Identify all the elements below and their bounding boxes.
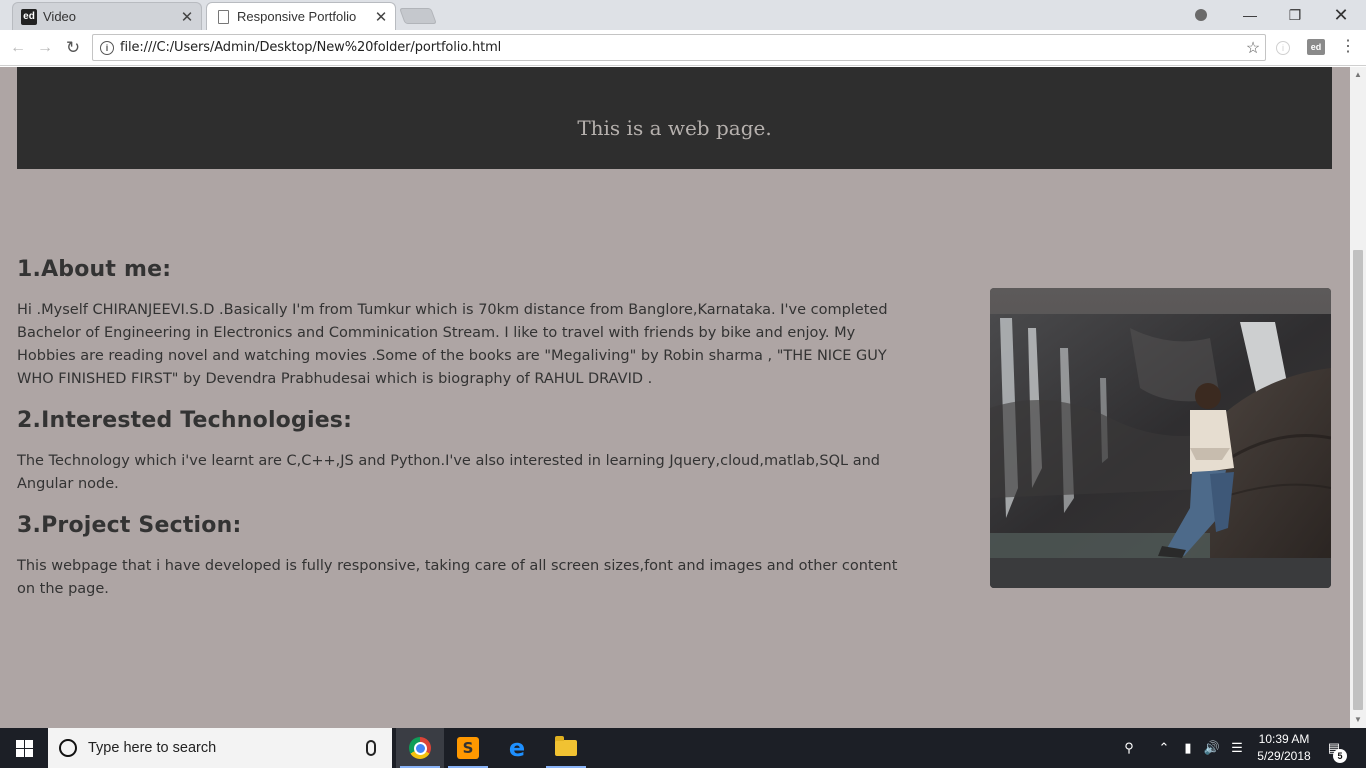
scroll-down-arrow-icon[interactable]: ▼ <box>1350 712 1366 728</box>
address-bar[interactable]: i file:///C:/Users/Admin/Desktop/New%20f… <box>92 34 1266 61</box>
taskbar-file-explorer[interactable] <box>542 728 590 768</box>
extension-info-icon[interactable]: i <box>1276 41 1290 55</box>
windows-start-icon[interactable] <box>0 728 48 768</box>
forward-arrow-icon[interactable]: → <box>33 36 57 60</box>
taskbar-chrome[interactable] <box>396 728 444 768</box>
minimize-button[interactable]: — <box>1228 0 1272 30</box>
people-icon[interactable]: ⚲ <box>1118 728 1140 768</box>
chrome-menu-icon[interactable]: ⋮ <box>1340 38 1356 58</box>
show-hidden-icons-chevron-icon[interactable]: ⌃ <box>1154 728 1174 768</box>
main-content: 1.About me: Hi .Myself CHIRANJEEVI.S.D .… <box>17 257 917 618</box>
header-banner: This is a web page. <box>17 67 1332 169</box>
profile-photo <box>990 288 1331 588</box>
sublime-text-icon: S <box>457 737 479 759</box>
taskbar-sublime-text[interactable]: S <box>444 728 492 768</box>
url-text[interactable]: file:///C:/Users/Admin/Desktop/New%20fol… <box>120 40 1241 55</box>
system-clock[interactable]: 10:39 AM 5/29/2018 <box>1248 731 1320 765</box>
back-arrow-icon[interactable]: ← <box>6 36 30 60</box>
windows-taskbar: Type here to search S e ⚲ ⌃ ▮ 🔊 ☰ 10:39 … <box>0 728 1366 768</box>
section-heading-about: 1.About me: <box>17 257 172 282</box>
ed-favicon-icon: ed <box>21 8 37 25</box>
section-text-project: This webpage that i have developed is fu… <box>17 558 898 597</box>
edge-icon: e <box>508 734 526 762</box>
banner-text: This is a web page. <box>577 116 772 140</box>
restore-button[interactable]: ❐ <box>1273 0 1317 30</box>
volume-icon[interactable]: 🔊 <box>1202 728 1222 768</box>
section-text-technologies: The Technology which i've learnt are C,C… <box>17 453 880 492</box>
taskbar-edge[interactable]: e <box>493 728 541 768</box>
clock-date: 5/29/2018 <box>1257 749 1311 763</box>
page-viewport: This is a web page. 1.About me: Hi .Myse… <box>0 67 1350 728</box>
close-window-button[interactable]: ✕ <box>1318 0 1364 30</box>
cortana-icon[interactable] <box>59 739 77 757</box>
tab-responsive-portfolio[interactable]: Responsive Portfolio ✕ <box>206 2 396 30</box>
profile-icon[interactable] <box>1186 0 1216 30</box>
vertical-scrollbar[interactable]: ▲ ▼ <box>1350 67 1366 728</box>
section-text-about: Hi .Myself CHIRANJEEVI.S.D .Basically I'… <box>17 302 888 387</box>
tab-title: Video <box>43 9 77 24</box>
taskbar-search-box[interactable]: Type here to search <box>48 728 392 768</box>
folder-icon <box>555 736 577 756</box>
clock-time: 10:39 AM <box>1258 732 1310 746</box>
tab-video[interactable]: ed Video ✕ <box>12 2 202 30</box>
tab-close-icon[interactable]: ✕ <box>371 8 391 26</box>
browser-titlebar: ed Video ✕ Responsive Portfolio ✕ — ❐ ✕ <box>0 0 1366 30</box>
scroll-up-arrow-icon[interactable]: ▲ <box>1350 67 1366 83</box>
search-placeholder[interactable]: Type here to search <box>88 740 366 756</box>
tab-title: Responsive Portfolio <box>237 9 357 24</box>
bookmark-star-icon[interactable]: ☆ <box>1241 38 1265 58</box>
battery-icon[interactable]: ▮ <box>1178 728 1198 768</box>
info-icon[interactable]: i <box>100 40 114 55</box>
new-tab-button[interactable] <box>399 8 437 24</box>
notification-count-badge: 5 <box>1333 749 1347 763</box>
chrome-icon <box>409 737 431 759</box>
microphone-icon[interactable] <box>366 740 376 756</box>
section-heading-technologies: 2.Interested Technologies: <box>17 408 353 433</box>
browser-toolbar: ← → ↻ i file:///C:/Users/Admin/Desktop/N… <box>0 30 1366 66</box>
ed-extension-icon[interactable]: ed <box>1307 39 1325 55</box>
tab-close-icon[interactable]: ✕ <box>177 8 197 26</box>
document-favicon-icon <box>215 9 231 25</box>
scroll-thumb[interactable] <box>1353 250 1363 710</box>
reload-icon[interactable]: ↻ <box>61 36 85 60</box>
wifi-icon[interactable]: ☰ <box>1226 728 1248 768</box>
section-heading-project: 3.Project Section: <box>17 513 242 538</box>
